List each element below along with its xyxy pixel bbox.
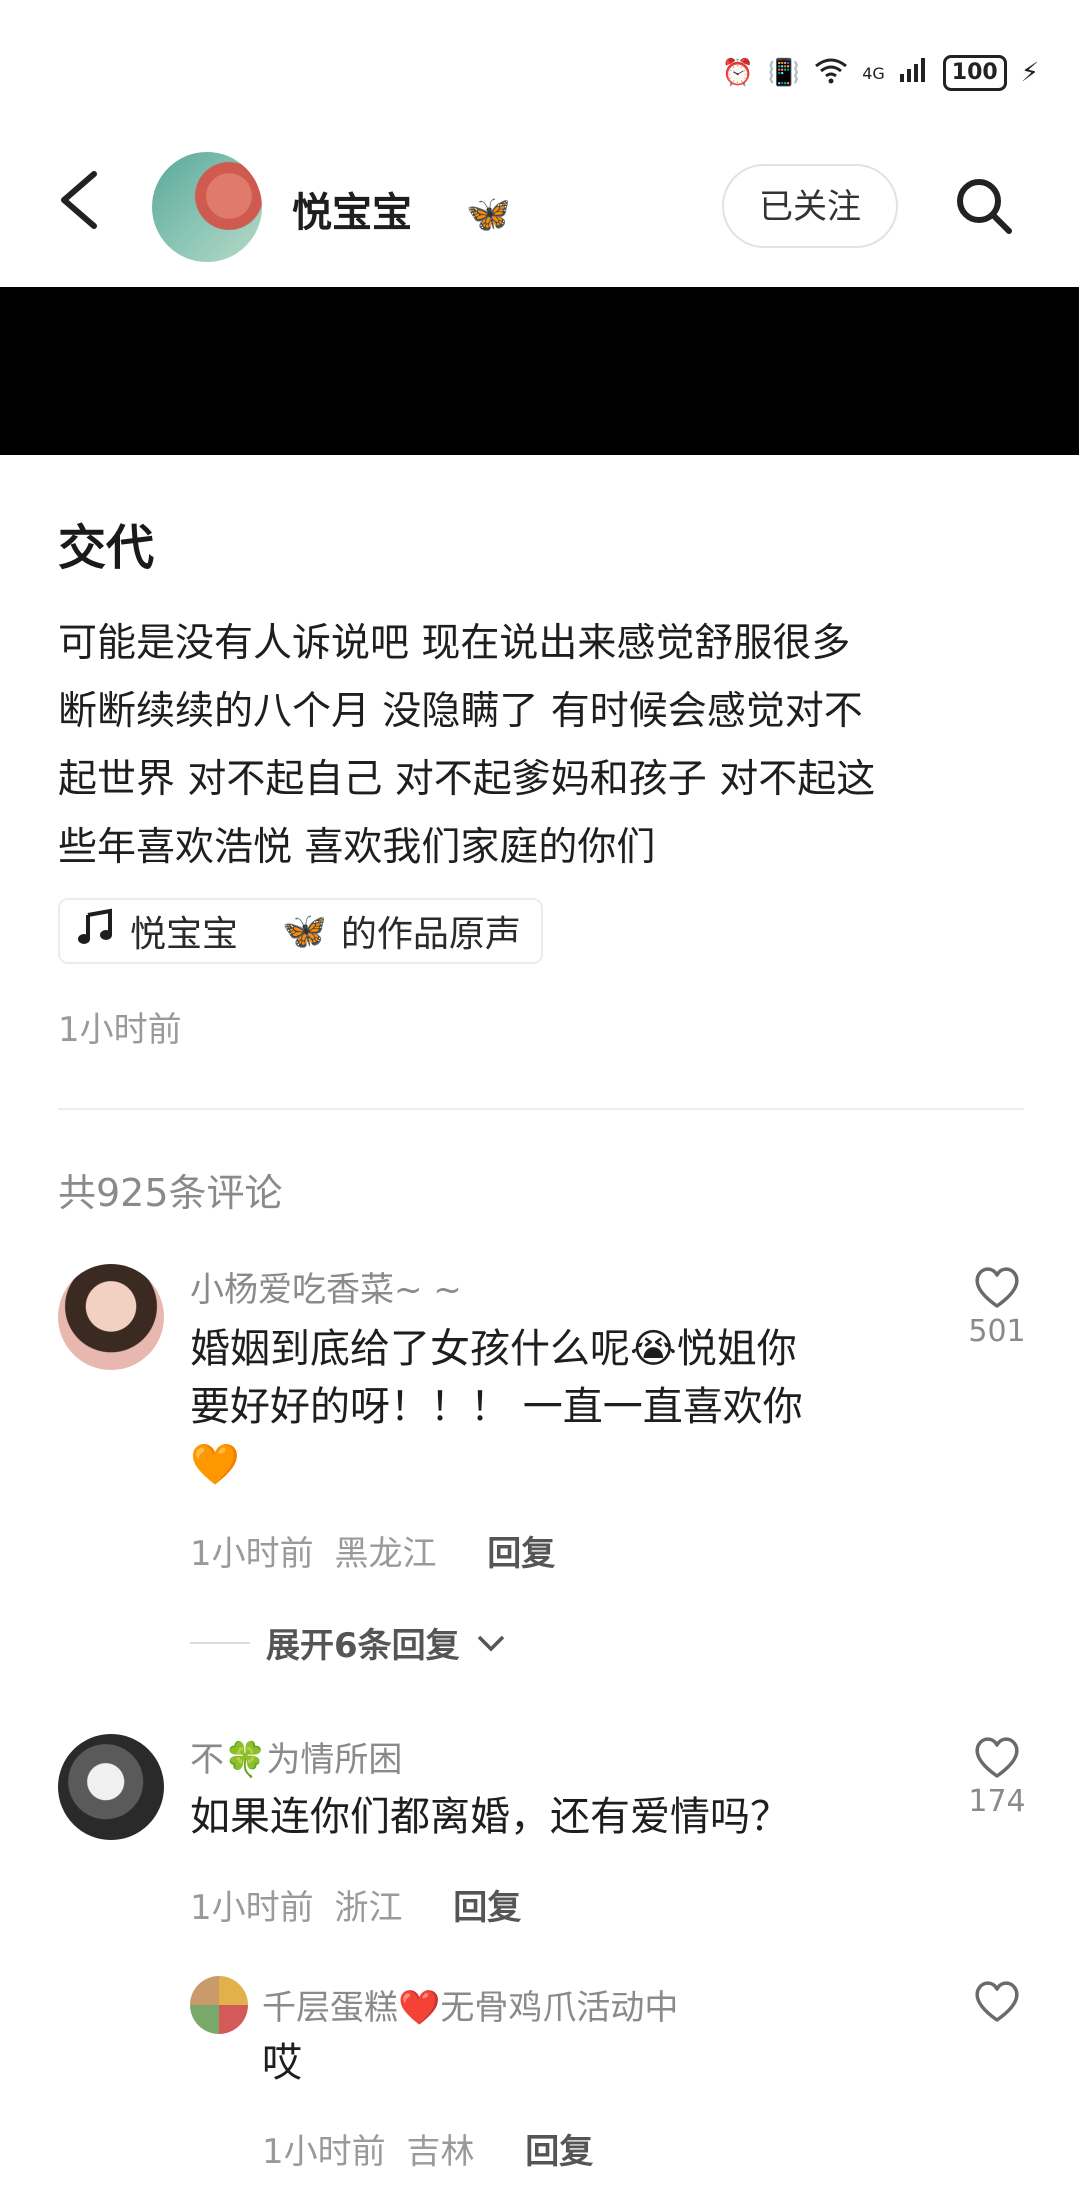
like-button[interactable]: 501 bbox=[962, 1264, 1032, 1349]
music-author: 悦宝宝 bbox=[130, 914, 239, 955]
reply-button[interactable]: 回复 bbox=[487, 1534, 555, 1574]
reply-location: 吉林 bbox=[406, 2132, 475, 2172]
like-count: 174 bbox=[968, 1784, 1026, 1819]
heart-outline-icon bbox=[975, 1737, 1019, 1778]
divider bbox=[58, 1108, 1024, 1110]
profile-name[interactable]: 悦宝宝 🦋 bbox=[292, 180, 511, 238]
post-body-line: 断断续续的八个月 没隐瞒了 有时候会感觉对不 bbox=[58, 689, 863, 734]
music-suffix: 的作品原声 bbox=[340, 914, 521, 955]
comment-text: 婚姻到底给了女孩什么呢😭悦姐你 要好好的呀！！！ 一直一直喜欢你 🧡 bbox=[190, 1320, 890, 1494]
signal-icon bbox=[899, 56, 929, 91]
comment-author[interactable]: 小杨爱吃香菜~ ~ bbox=[190, 1262, 462, 1311]
expand-label: 展开6条回复 bbox=[266, 1626, 460, 1666]
follow-button[interactable]: 已关注 bbox=[722, 164, 898, 248]
post-title: 交代 bbox=[58, 520, 155, 576]
comment-time: 1小时前 bbox=[190, 1888, 314, 1928]
redacted-bar bbox=[0, 287, 1079, 455]
comment-line: 婚姻到底给了女孩什么呢😭悦姐你 bbox=[190, 1326, 797, 1372]
back-arrow-icon[interactable] bbox=[56, 170, 100, 230]
post-body-line: 起世界 对不起自己 对不起爹妈和孩子 对不起这 bbox=[58, 757, 876, 802]
status-bar: ⏰ 📳 4G 100 ⚡ bbox=[721, 55, 1039, 91]
username: 悦宝宝 bbox=[292, 190, 412, 236]
music-note-icon bbox=[76, 907, 116, 956]
divider bbox=[190, 1641, 250, 1644]
wifi-icon bbox=[814, 56, 848, 91]
comment-meta: 1小时前 黑龙江 回复 bbox=[190, 1526, 555, 1575]
butterfly-icon: 🦋 bbox=[282, 911, 327, 952]
reply-time: 1小时前 bbox=[262, 2132, 386, 2172]
comment-text: 如果连你们都离婚，还有爱情吗？ bbox=[190, 1788, 890, 1846]
alarm-icon: ⏰ bbox=[721, 58, 754, 88]
avatar[interactable] bbox=[152, 152, 262, 262]
heart-outline-icon bbox=[975, 1981, 1019, 2022]
reply-text: 哎 bbox=[262, 2040, 302, 2086]
reply-button[interactable]: 回复 bbox=[453, 1888, 521, 1928]
reply-meta: 1小时前 吉林 回复 bbox=[262, 2124, 593, 2173]
heart-outline-icon bbox=[975, 1267, 1019, 1308]
comment-line: 要好好的呀！！！ 一直一直喜欢你 bbox=[190, 1384, 803, 1430]
post-time: 1小时前 bbox=[58, 1010, 182, 1050]
chevron-down-icon bbox=[477, 1635, 504, 1651]
music-tag[interactable]: 悦宝宝 🦋 的作品原声 bbox=[58, 898, 543, 964]
like-button[interactable] bbox=[962, 1978, 1032, 2028]
comment-location: 浙江 bbox=[334, 1888, 403, 1928]
avatar[interactable] bbox=[190, 1976, 248, 2034]
comment-author[interactable]: 不🍀为情所困 bbox=[190, 1732, 402, 1781]
post-body-line: 些年喜欢浩悦 喜欢我们家庭的你们 bbox=[58, 825, 656, 870]
post-body-line: 可能是没有人诉说吧 现在说出来感觉舒服很多 bbox=[58, 621, 851, 666]
battery-indicator: 100 bbox=[942, 55, 1007, 91]
search-icon[interactable] bbox=[954, 176, 1014, 236]
comment-line: 如果连你们都离婚，还有爱情吗？ bbox=[190, 1794, 790, 1840]
comment-time: 1小时前 bbox=[190, 1534, 314, 1574]
like-count: 501 bbox=[968, 1314, 1026, 1349]
vibrate-icon: 📳 bbox=[767, 58, 801, 88]
network-label: 4G bbox=[862, 63, 885, 83]
comment-count: 共925条评论 bbox=[58, 1171, 283, 1215]
comment-location: 黑龙江 bbox=[334, 1534, 437, 1574]
avatar[interactable] bbox=[58, 1734, 164, 1840]
comment-meta: 1小时前 浙江 回复 bbox=[190, 1880, 521, 1929]
avatar[interactable] bbox=[58, 1264, 164, 1370]
reply-button[interactable]: 回复 bbox=[525, 2132, 593, 2172]
reply-author[interactable]: 千层蛋糕❤️无骨鸡爪活动中 bbox=[262, 1980, 678, 2029]
post-body: 可能是没有人诉说吧 现在说出来感觉舒服很多 断断续续的八个月 没隐瞒了 有时候会… bbox=[58, 610, 1018, 882]
expand-replies-button[interactable]: 展开6条回复 bbox=[190, 1618, 506, 1667]
comment-line: 🧡 bbox=[190, 1442, 240, 1488]
like-button[interactable]: 174 bbox=[962, 1734, 1032, 1819]
butterfly-icon: 🦋 bbox=[465, 194, 511, 235]
charging-icon: ⚡ bbox=[1020, 58, 1039, 88]
